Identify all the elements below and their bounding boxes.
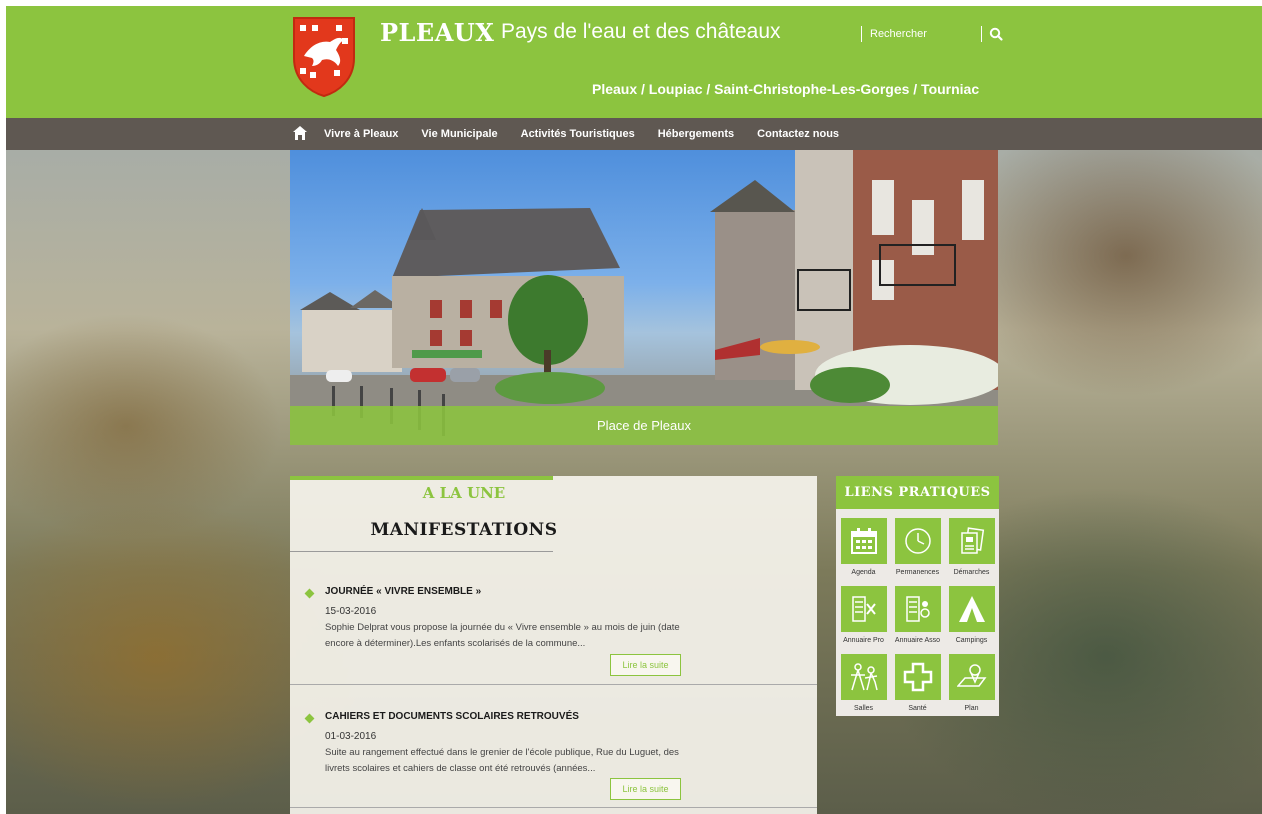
article-divider: [290, 807, 817, 808]
diamond-bullet-icon: [304, 713, 315, 724]
link-tile-label: Permanences: [895, 569, 940, 576]
town-crest-logo[interactable]: [290, 16, 358, 98]
link-tile-salles[interactable]: Salles: [838, 654, 889, 712]
useful-links-panel: LIENS PRATIQUES Agenda Permanences Démar…: [836, 476, 999, 716]
article-title[interactable]: CAHIERS ET DOCUMENTS SCOLAIRES RETROUVÉS: [325, 711, 579, 722]
link-tile-permanences[interactable]: Permanences: [892, 518, 943, 576]
search-icon[interactable]: [988, 25, 1004, 43]
link-tile-label: Santé: [908, 705, 927, 712]
link-tile-annuaire-asso[interactable]: Annuaire Asso: [892, 586, 943, 644]
news-article: CAHIERS ET DOCUMENTS SCOLAIRES RETROUVÉS…: [290, 711, 817, 811]
article-excerpt: Sophie Delprat vous propose la journée d…: [325, 622, 680, 649]
map-pin-icon: [956, 664, 986, 687]
article-title[interactable]: JOURNÉE « VIVRE ENSEMBLE »: [325, 586, 481, 597]
link-tile-label: Plan: [964, 705, 979, 712]
tent-icon: [958, 596, 985, 622]
hall-icon: [850, 663, 878, 691]
search-input[interactable]: [868, 23, 982, 45]
link-tile-label: Agenda: [851, 569, 876, 576]
nav-item-vie-municipale[interactable]: Vie Municipale: [421, 118, 497, 150]
news-title-divider: [290, 551, 553, 552]
communes-list: Pleaux / Loupiac / Saint-Christophe-Les-…: [592, 81, 980, 97]
news-panel: A LA UNE MANIFESTATIONS JOURNÉE « VIVRE …: [290, 476, 817, 814]
link-tile-sante[interactable]: Santé: [892, 654, 943, 712]
link-tile-label: Salles: [853, 705, 874, 712]
site-header: PLEAUX Pays de l'eau et des châteaux Ple…: [6, 6, 1262, 118]
site-tagline: Pays de l'eau et des châteaux: [501, 20, 781, 43]
documents-icon: [960, 527, 984, 554]
health-cross-icon: [903, 662, 932, 692]
news-kicker: A LA UNE: [422, 484, 506, 502]
search-button-divider: [981, 26, 982, 42]
article-divider: [290, 684, 817, 685]
search-divider: [861, 26, 862, 42]
link-tile-plan[interactable]: Plan: [946, 654, 997, 712]
link-tile-label: Annuaire Asso: [894, 637, 941, 644]
link-tile-demarches[interactable]: Démarches: [946, 518, 997, 576]
page: PLEAUX Pays de l'eau et des châteaux Ple…: [6, 6, 1262, 814]
nav-menu: Vivre à Pleaux Vie Municipale Activités …: [324, 118, 862, 150]
nav-item-hebergements[interactable]: Hébergements: [658, 118, 734, 150]
link-tile-label: Annuaire Pro: [843, 637, 884, 644]
hero-slider[interactable]: Place de Pleaux: [290, 150, 998, 445]
hero-caption: Place de Pleaux: [597, 418, 691, 433]
nav-item-contactez-nous[interactable]: Contactez nous: [757, 118, 839, 150]
article-excerpt: Suite au rangement effectué dans le gren…: [325, 747, 679, 774]
main-nav: Vivre à Pleaux Vie Municipale Activités …: [6, 118, 1262, 150]
article-date: 01-03-2016: [325, 731, 377, 742]
clock-icon: [904, 528, 931, 554]
calendar-icon: [850, 528, 877, 554]
link-tile-label: Démarches: [953, 569, 990, 576]
nav-item-activites-touristiques[interactable]: Activités Touristiques: [521, 118, 635, 150]
diamond-bullet-icon: [304, 588, 315, 599]
useful-links-title: LIENS PRATIQUES: [836, 476, 999, 509]
read-more-button[interactable]: Lire la suite: [610, 778, 681, 800]
news-accent-bar: [290, 476, 553, 480]
news-article: JOURNÉE « VIVRE ENSEMBLE » 15-03-2016 So…: [290, 586, 817, 686]
site-title[interactable]: PLEAUX: [380, 18, 494, 47]
news-section-title: MANIFESTATIONS: [370, 520, 558, 540]
home-icon[interactable]: [292, 125, 308, 141]
nav-item-vivre-a-pleaux[interactable]: Vivre à Pleaux: [324, 118, 398, 150]
read-more-button[interactable]: Lire la suite: [610, 654, 681, 676]
link-tile-campings[interactable]: Campings: [946, 586, 997, 644]
link-tile-agenda[interactable]: Agenda: [838, 518, 889, 576]
business-directory-icon: [851, 596, 876, 622]
hero-photo: [290, 150, 998, 445]
link-tile-label: Campings: [955, 637, 988, 644]
link-tile-annuaire-pro[interactable]: Annuaire Pro: [838, 586, 889, 644]
article-date: 15-03-2016: [325, 606, 377, 617]
association-directory-icon: [905, 596, 930, 622]
